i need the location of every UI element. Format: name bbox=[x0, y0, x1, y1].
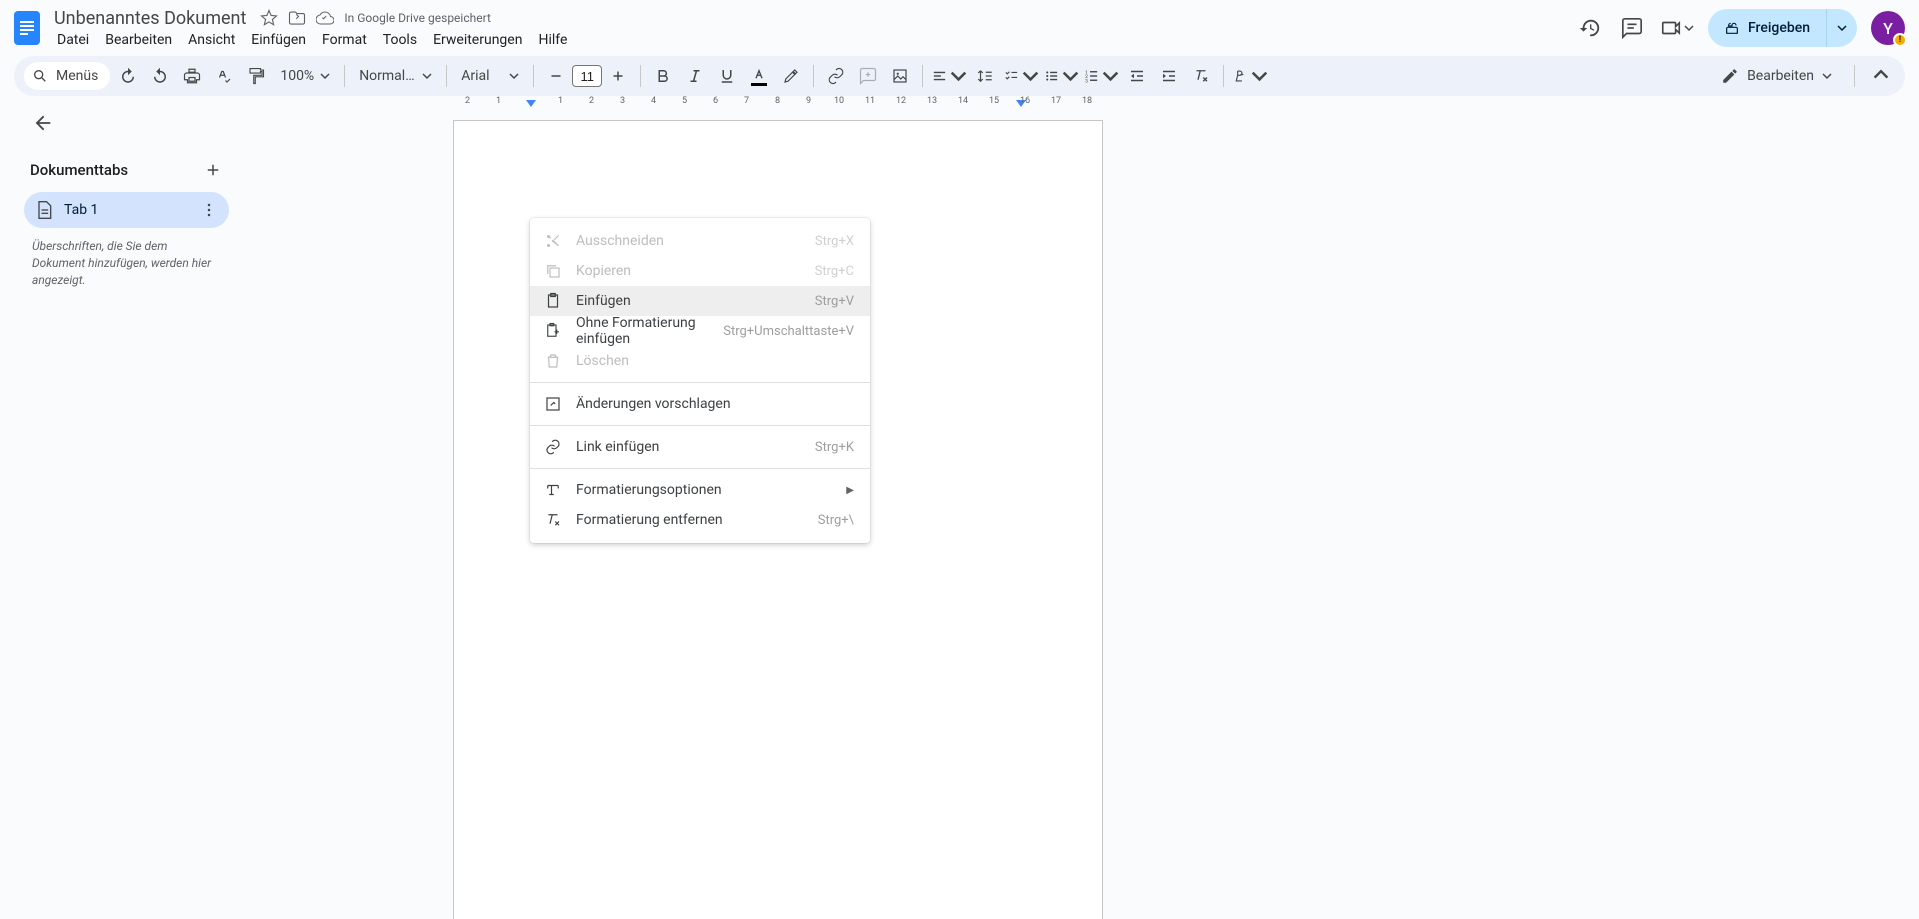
underline-button[interactable] bbox=[713, 62, 741, 90]
context-menu-format[interactable]: Formatierungsoptionen▶ bbox=[530, 475, 870, 505]
search-menus[interactable]: Menüs bbox=[24, 62, 110, 90]
context-menu-paste-plain[interactable]: Ohne Formatierung einfügenStrg+Umschaltt… bbox=[530, 316, 870, 346]
save-status: In Google Drive gespeichert bbox=[344, 11, 491, 25]
document-title[interactable]: Unbenanntes Dokument bbox=[50, 6, 250, 31]
undo-button[interactable] bbox=[114, 62, 142, 90]
highlight-color-button[interactable] bbox=[777, 62, 805, 90]
horizontal-ruler[interactable]: 21123456789101112131415161718 bbox=[453, 96, 1919, 110]
editing-mode-select[interactable]: Bearbeiten bbox=[1711, 63, 1842, 89]
menu-format[interactable]: Format bbox=[315, 29, 374, 51]
context-menu-paste[interactable]: EinfügenStrg+V bbox=[530, 286, 870, 316]
outline-sidebar: Dokumenttabs Tab 1 Überschriften, die Si… bbox=[14, 96, 239, 919]
clear-formatting-button[interactable] bbox=[1187, 62, 1215, 90]
document-icon bbox=[34, 200, 54, 220]
left-indent-marker[interactable] bbox=[526, 100, 536, 107]
add-tab-button[interactable] bbox=[201, 158, 225, 182]
insert-image-button[interactable] bbox=[886, 62, 914, 90]
checklist-button[interactable] bbox=[1003, 62, 1039, 90]
input-tools-button[interactable] bbox=[1232, 62, 1268, 90]
align-button[interactable] bbox=[931, 62, 967, 90]
context-menu-copy: KopierenStrg+C bbox=[530, 256, 870, 286]
menu-bearbeiten[interactable]: Bearbeiten bbox=[98, 29, 179, 51]
avatar-letter: Y bbox=[1883, 19, 1893, 38]
increase-font-size[interactable] bbox=[604, 62, 632, 90]
meet-icon[interactable] bbox=[1660, 14, 1694, 42]
sidebar-back-button[interactable] bbox=[30, 110, 56, 136]
tab-more-icon[interactable] bbox=[199, 200, 219, 220]
context-menu-divider bbox=[530, 468, 870, 469]
numbered-list-button[interactable]: 123 bbox=[1083, 62, 1119, 90]
bold-button[interactable] bbox=[649, 62, 677, 90]
context-menu: AusschneidenStrg+XKopierenStrg+CEinfügen… bbox=[530, 218, 870, 543]
paragraph-style-select[interactable]: Normaler … bbox=[353, 62, 438, 90]
sidebar-title: Dokumenttabs bbox=[30, 161, 128, 179]
zoom-select[interactable]: 100% bbox=[274, 62, 336, 90]
italic-button[interactable] bbox=[681, 62, 709, 90]
menus-label: Menüs bbox=[56, 68, 98, 84]
menu-einfügen[interactable]: Einfügen bbox=[244, 29, 313, 51]
menu-tools[interactable]: Tools bbox=[376, 29, 424, 51]
outline-hint: Überschriften, die Sie dem Dokument hinz… bbox=[24, 228, 229, 298]
share-dropdown[interactable] bbox=[1826, 9, 1857, 47]
increase-indent-button[interactable] bbox=[1155, 62, 1183, 90]
menu-bar: DateiBearbeitenAnsichtEinfügenFormatTool… bbox=[50, 29, 574, 51]
add-comment-button[interactable] bbox=[854, 62, 882, 90]
context-menu-delete: Löschen bbox=[530, 346, 870, 376]
comments-icon[interactable] bbox=[1618, 14, 1646, 42]
font-family-select[interactable]: Arial bbox=[455, 62, 525, 90]
tab-item-1[interactable]: Tab 1 bbox=[24, 192, 229, 228]
decrease-indent-button[interactable] bbox=[1123, 62, 1151, 90]
text-color-button[interactable] bbox=[745, 62, 773, 90]
context-menu-suggest[interactable]: Änderungen vorschlagen bbox=[530, 389, 870, 419]
share-label: Freigeben bbox=[1748, 20, 1810, 36]
vertical-ruler bbox=[0, 96, 14, 919]
tab-label: Tab 1 bbox=[64, 202, 189, 218]
context-menu-divider bbox=[530, 425, 870, 426]
decrease-font-size[interactable] bbox=[542, 62, 570, 90]
paint-format-button[interactable] bbox=[242, 62, 270, 90]
svg-text:3: 3 bbox=[1085, 78, 1088, 84]
cloud-saved-icon[interactable] bbox=[316, 9, 334, 27]
bullet-list-button[interactable] bbox=[1043, 62, 1079, 90]
account-avatar[interactable]: Y ! bbox=[1871, 11, 1905, 45]
spellcheck-button[interactable] bbox=[210, 62, 238, 90]
context-menu-divider bbox=[530, 382, 870, 383]
history-icon[interactable] bbox=[1576, 14, 1604, 42]
toolbar: Menüs 100% Normaler … Arial 123 bbox=[14, 56, 1905, 96]
star-icon[interactable] bbox=[260, 9, 278, 27]
line-spacing-button[interactable] bbox=[971, 62, 999, 90]
menu-hilfe[interactable]: Hilfe bbox=[531, 29, 574, 51]
move-icon[interactable] bbox=[288, 9, 306, 27]
print-button[interactable] bbox=[178, 62, 206, 90]
docs-logo[interactable] bbox=[14, 11, 40, 45]
context-menu-clear-format[interactable]: Formatierung entfernenStrg+\ bbox=[530, 505, 870, 535]
insert-link-button[interactable] bbox=[822, 62, 850, 90]
redo-button[interactable] bbox=[146, 62, 174, 90]
menu-ansicht[interactable]: Ansicht bbox=[181, 29, 242, 51]
app-header: Unbenanntes Dokument In Google Drive ges… bbox=[0, 0, 1919, 52]
font-size-input[interactable] bbox=[572, 65, 602, 87]
collapse-toolbar-button[interactable] bbox=[1867, 62, 1895, 90]
avatar-alert-badge: ! bbox=[1893, 33, 1907, 47]
context-menu-cut: AusschneidenStrg+X bbox=[530, 226, 870, 256]
menu-erweiterungen[interactable]: Erweiterungen bbox=[426, 29, 529, 51]
share-button[interactable]: Freigeben bbox=[1708, 9, 1826, 47]
menu-datei[interactable]: Datei bbox=[50, 29, 96, 51]
context-menu-link[interactable]: Link einfügenStrg+K bbox=[530, 432, 870, 462]
